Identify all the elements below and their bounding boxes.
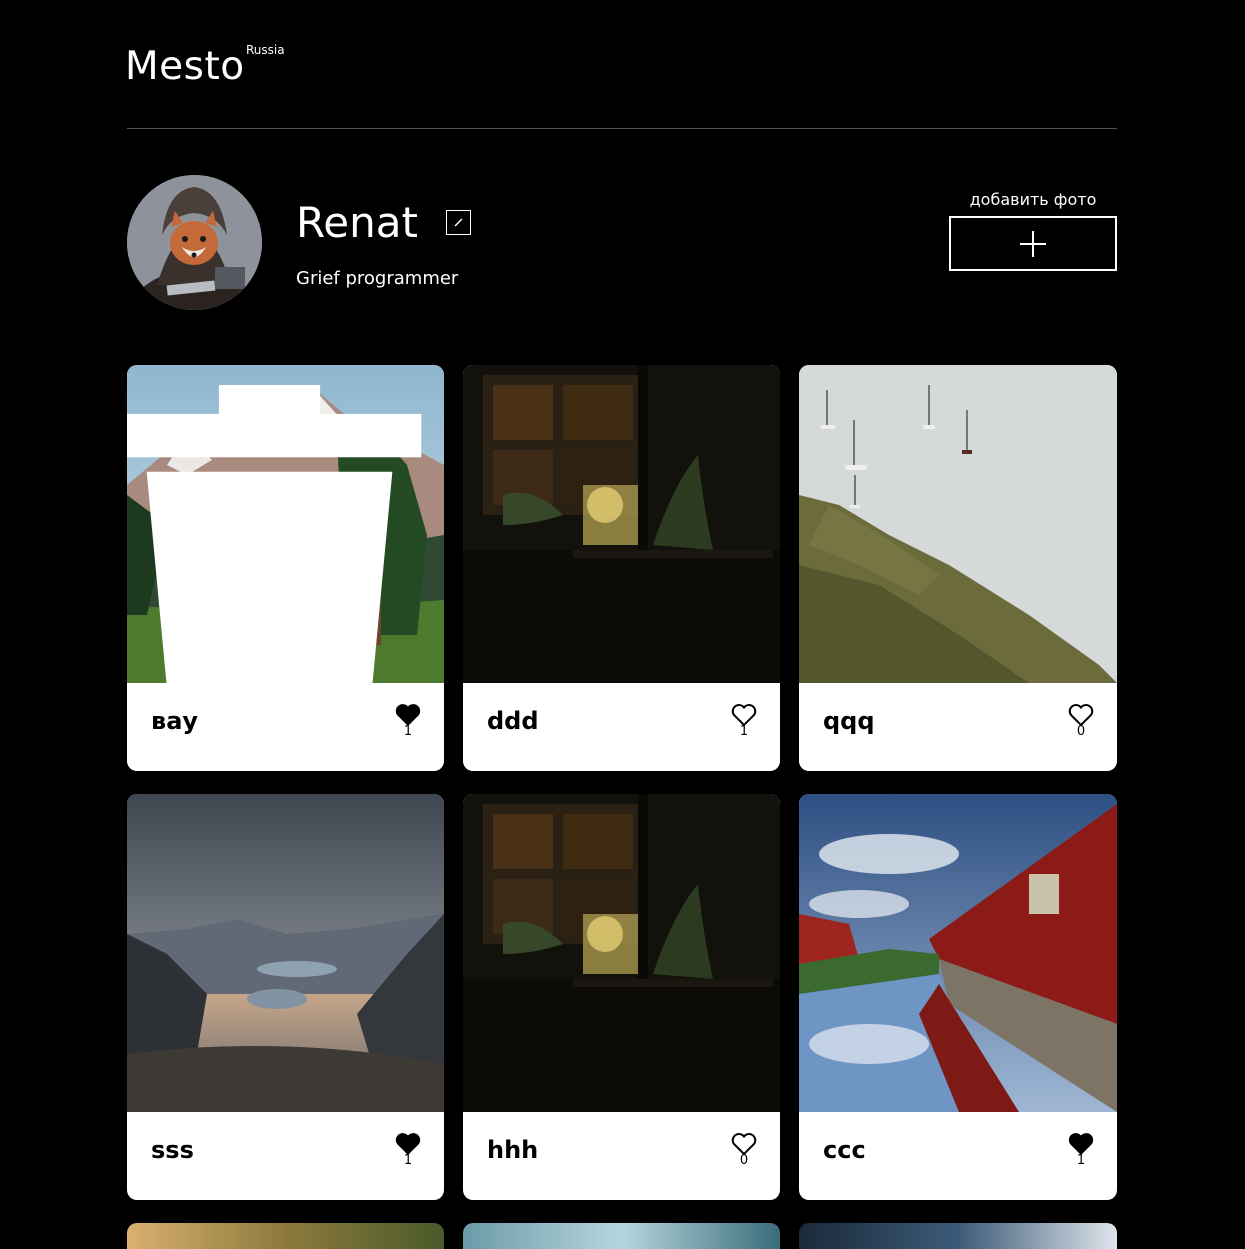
card-image[interactable] — [799, 794, 1117, 1112]
card-image[interactable] — [127, 794, 444, 1112]
card-image[interactable] — [799, 365, 1117, 683]
like-count: 0 — [1076, 724, 1086, 739]
card-title: hhh — [487, 1136, 539, 1164]
trash-icon[interactable] — [127, 385, 428, 683]
card-title: ddd — [487, 707, 539, 735]
card-image[interactable] — [127, 365, 444, 683]
like-count: 1 — [1076, 1153, 1086, 1168]
aquarium-room-image — [463, 794, 780, 1112]
like-count: 1 — [403, 1153, 413, 1168]
like-group: 1 — [394, 703, 422, 739]
like-group: 0 — [730, 1132, 758, 1168]
card: вау 1 — [127, 365, 444, 771]
like-group: 0 — [1067, 703, 1095, 739]
card-partial[interactable] — [127, 1223, 444, 1249]
profile: Renat Grief programmer добавить фото — [127, 175, 1117, 310]
header: Mesto Russia — [125, 0, 1117, 129]
profile-about: Grief programmer — [296, 268, 459, 289]
card: ccc 1 — [799, 794, 1117, 1200]
page: Mesto Russia Renat Grief programmer доба… — [125, 0, 1117, 1249]
mountain-valley-image — [127, 794, 444, 1112]
logo-subtitle: Russia — [246, 43, 285, 57]
card-image[interactable] — [463, 794, 780, 1112]
like-count: 0 — [739, 1153, 749, 1168]
cards-grid: вау 1 ddd 1 qqq 0 sss 1 hhh 0 ccc 1 — [127, 365, 1117, 1249]
plus-icon — [1020, 230, 1046, 257]
card: qqq 0 — [799, 365, 1117, 771]
edit-profile-button[interactable] — [446, 210, 471, 235]
profile-name: Renat — [296, 198, 418, 247]
like-group: 1 — [394, 1132, 422, 1168]
red-houses-canal-image — [799, 794, 1117, 1112]
logo[interactable]: Mesto — [125, 44, 245, 90]
like-group: 1 — [730, 703, 758, 739]
add-photo-label: добавить фото — [969, 190, 1097, 209]
card-title: sss — [151, 1136, 194, 1164]
card-partial[interactable] — [463, 1223, 780, 1249]
card-title: qqq — [823, 707, 875, 735]
add-photo-button[interactable] — [949, 216, 1117, 271]
card-partial[interactable] — [799, 1223, 1117, 1249]
coast-sailboats-image — [799, 365, 1117, 683]
pencil-icon — [454, 218, 463, 227]
card-title: ccc — [823, 1136, 866, 1164]
avatar-image — [127, 175, 262, 310]
like-count: 1 — [403, 724, 413, 739]
card: sss 1 — [127, 794, 444, 1200]
card: ddd 1 — [463, 365, 780, 771]
like-count: 1 — [739, 724, 749, 739]
card-title: вау — [151, 707, 199, 735]
card-image[interactable] — [463, 365, 780, 683]
aquarium-room-image — [463, 365, 780, 683]
avatar[interactable] — [127, 175, 262, 310]
like-group: 1 — [1067, 1132, 1095, 1168]
card: hhh 0 — [463, 794, 780, 1200]
